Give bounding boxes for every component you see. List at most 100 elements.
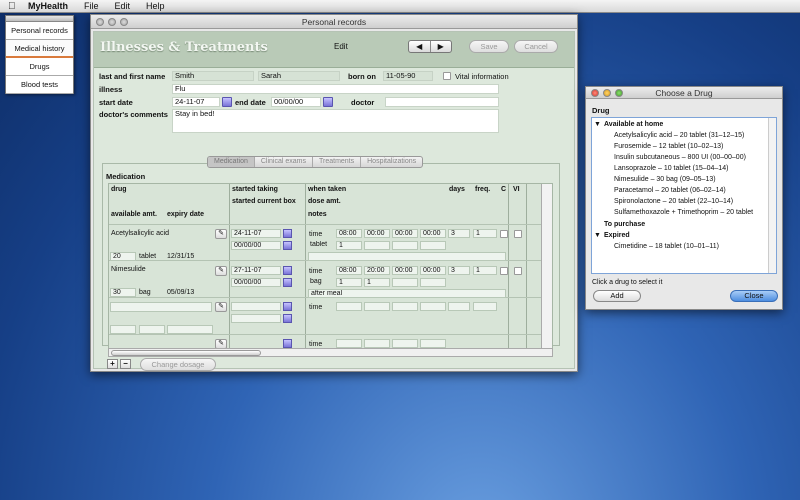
row3-freq[interactable] <box>473 302 497 311</box>
row3-time-2[interactable] <box>364 302 390 311</box>
row3-unit[interactable] <box>139 325 165 334</box>
cancel-button[interactable]: Cancel <box>514 40 558 53</box>
row2-dose-3[interactable] <box>392 278 418 287</box>
row1-dose-2[interactable] <box>364 241 390 250</box>
palette-drugs[interactable]: Drugs <box>6 58 73 76</box>
row1-notes[interactable] <box>308 252 506 261</box>
drug-item[interactable]: Furosemide – 12 tablet (10–02–13) <box>614 143 723 150</box>
calendar-icon[interactable] <box>323 97 333 107</box>
minimize-icon[interactable] <box>108 18 116 26</box>
add-button[interactable]: Add <box>593 290 641 302</box>
row1-available[interactable]: 20 <box>110 252 136 261</box>
remove-row-button[interactable]: − <box>120 359 131 369</box>
close-icon[interactable] <box>96 18 104 26</box>
row1-time-1[interactable]: 08:00 <box>336 229 362 238</box>
palette-blood-tests[interactable]: Blood tests <box>6 76 73 94</box>
disclosure-triangle-icon[interactable]: ▼ <box>594 121 601 128</box>
row2-dose[interactable]: 1 <box>336 278 362 287</box>
window-titlebar[interactable]: Personal records <box>91 15 577 29</box>
row1-started[interactable]: 24-11-07 <box>231 229 281 238</box>
app-menu[interactable]: MyHealth <box>22 1 76 11</box>
row1-days[interactable]: 3 <box>448 229 470 238</box>
row1-time-2[interactable]: 00:00 <box>364 229 390 238</box>
row2-notes[interactable]: after meal <box>308 289 506 298</box>
drug-item[interactable]: Cimetidine – 18 tablet (10–01–11) <box>614 243 719 250</box>
row2-days[interactable]: 3 <box>448 266 470 275</box>
row2-vi-checkbox[interactable] <box>514 267 522 275</box>
pencil-icon[interactable]: ✎ <box>215 302 227 312</box>
row2-time-3[interactable]: 00:00 <box>392 266 418 275</box>
row4-time-1[interactable] <box>336 339 362 348</box>
calendar-icon[interactable] <box>283 339 292 348</box>
palette-personal-records[interactable]: Personal records <box>6 22 73 40</box>
change-dosage-button[interactable]: Change dosage <box>140 358 216 371</box>
tab-treatments[interactable]: Treatments <box>313 157 362 167</box>
first-name-field[interactable]: Sarah <box>258 71 340 81</box>
add-row-button[interactable]: + <box>107 359 118 369</box>
row1-vi-checkbox[interactable] <box>514 230 522 238</box>
row3-started[interactable] <box>231 302 281 311</box>
row3-drug[interactable] <box>110 302 212 312</box>
born-on-field[interactable]: 11-05-90 <box>383 71 433 81</box>
menu-help[interactable]: Help <box>138 1 173 11</box>
scroll-thumb[interactable] <box>111 350 261 356</box>
row4-time-4[interactable] <box>420 339 446 348</box>
pencil-icon[interactable]: ✎ <box>215 266 227 276</box>
group-to-purchase[interactable]: To purchase <box>604 221 645 228</box>
row3-time-4[interactable] <box>420 302 446 311</box>
row2-time-1[interactable]: 08:00 <box>336 266 362 275</box>
row3-time-3[interactable] <box>392 302 418 311</box>
drug-item[interactable]: Nimesulide – 30 bag (09–05–13) <box>614 176 716 183</box>
calendar-icon[interactable] <box>222 97 232 107</box>
row3-time-1[interactable] <box>336 302 362 311</box>
apple-icon[interactable]:  <box>0 1 22 12</box>
row3-available[interactable] <box>110 325 136 334</box>
dialog-titlebar[interactable]: Choose a Drug <box>586 87 782 99</box>
row4-time-2[interactable] <box>364 339 390 348</box>
zoom-icon[interactable] <box>120 18 128 26</box>
row1-freq[interactable]: 1 <box>473 229 497 238</box>
row2-started[interactable]: 27-11-07 <box>231 266 281 275</box>
close-button[interactable]: Close <box>730 290 778 302</box>
group-expired[interactable]: Expired <box>604 232 630 239</box>
start-date-field[interactable]: 24-11-07 <box>172 97 220 107</box>
row1-dose-4[interactable] <box>420 241 446 250</box>
tab-hospitalizations[interactable]: Hospitalizations <box>361 157 422 167</box>
drug-item[interactable]: Paracetamol – 20 tablet (06–02–14) <box>614 187 726 194</box>
calendar-icon[interactable] <box>283 302 292 311</box>
row2-dose-2[interactable]: 1 <box>364 278 390 287</box>
row2-time-4[interactable]: 00:00 <box>420 266 446 275</box>
last-name-field[interactable]: Smith <box>172 71 254 81</box>
comments-field[interactable]: Stay in bed! <box>172 109 499 133</box>
calendar-icon[interactable] <box>283 241 292 250</box>
prev-record-button[interactable]: ◀ <box>409 41 431 52</box>
illness-field[interactable]: Flu <box>172 84 499 94</box>
vertical-scrollbar[interactable] <box>541 184 552 349</box>
vital-info-checkbox[interactable] <box>443 72 451 80</box>
row1-dose[interactable]: 1 <box>336 241 362 250</box>
tab-medication[interactable]: Medication <box>208 157 255 167</box>
minimize-icon[interactable] <box>603 89 611 97</box>
drug-item[interactable]: Spironolactone – 20 tablet (22–10–14) <box>614 198 733 205</box>
end-date-field[interactable]: 00/00/00 <box>271 97 321 107</box>
group-available-at-home[interactable]: Available at home <box>604 121 663 128</box>
row3-expiry[interactable] <box>167 325 213 334</box>
pencil-icon[interactable]: ✎ <box>215 229 227 239</box>
disclosure-triangle-icon[interactable]: ▼ <box>594 232 601 239</box>
calendar-icon[interactable] <box>283 314 292 323</box>
close-icon[interactable] <box>591 89 599 97</box>
menu-edit[interactable]: Edit <box>107 1 139 11</box>
row1-box[interactable]: 00/00/00 <box>231 241 281 250</box>
calendar-icon[interactable] <box>283 266 292 275</box>
row4-time-3[interactable] <box>392 339 418 348</box>
menu-file[interactable]: File <box>76 1 107 11</box>
row1-time-3[interactable]: 00:00 <box>392 229 418 238</box>
zoom-icon[interactable] <box>615 89 623 97</box>
row2-available[interactable]: 30 <box>110 288 136 297</box>
row1-c-checkbox[interactable] <box>500 230 508 238</box>
tab-clinical-exams[interactable]: Clinical exams <box>255 157 313 167</box>
list-scrollbar[interactable] <box>768 118 776 273</box>
drug-item[interactable]: Acetylsalicylic acid – 20 tablet (31–12–… <box>614 132 744 139</box>
save-button[interactable]: Save <box>469 40 509 53</box>
row1-dose-3[interactable] <box>392 241 418 250</box>
